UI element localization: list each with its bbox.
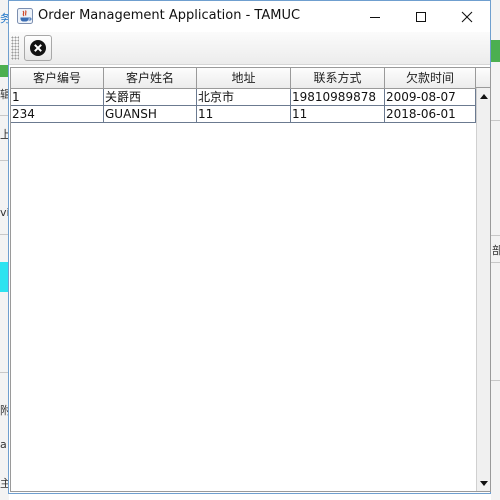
window-title: Order Management Application - TAMUC <box>38 8 301 23</box>
customer-table: 客户编号 客户姓名 地址 联系方式 欠款时间 1 关爵西 北京市 1981098… <box>10 67 491 492</box>
title-bar[interactable]: Order Management Application - TAMUC <box>9 1 490 32</box>
exit-button[interactable] <box>24 35 52 61</box>
close-window-button[interactable] <box>444 1 490 32</box>
table-row[interactable]: 1 关爵西 北京市 19810989878 2009-08-07 <box>11 89 476 106</box>
toolbar-grip[interactable] <box>11 36 19 60</box>
minimize-icon <box>370 16 380 18</box>
toolbar <box>9 32 490 65</box>
background-window-right: 部 <box>491 0 500 500</box>
arrow-up-icon <box>479 93 488 99</box>
column-header-contact[interactable]: 联系方式 <box>291 68 385 88</box>
close-circle-icon <box>30 40 46 56</box>
table-cell[interactable]: 19810989878 <box>291 89 385 105</box>
arrow-down-icon <box>479 480 488 486</box>
table-header: 客户编号 客户姓名 地址 联系方式 欠款时间 <box>11 68 476 89</box>
table-cell[interactable]: 11 <box>291 106 385 122</box>
maximize-button[interactable] <box>398 1 444 32</box>
close-icon <box>461 11 473 22</box>
table-cell[interactable]: 北京市 <box>197 89 291 105</box>
scroll-up-button[interactable] <box>477 89 490 103</box>
table-corner <box>476 68 490 88</box>
column-header-debt-time[interactable]: 欠款时间 <box>385 68 476 88</box>
java-icon <box>17 8 33 24</box>
background-green-bar <box>491 40 500 62</box>
table-cell[interactable]: 234 <box>11 106 104 122</box>
background-text: 部 <box>492 244 500 257</box>
table-cell[interactable]: 2009-08-07 <box>385 89 476 105</box>
scroll-down-button[interactable] <box>477 476 490 490</box>
table-cell[interactable]: 1 <box>11 89 104 105</box>
table-body: 1 关爵西 北京市 19810989878 2009-08-07 234 GUA… <box>11 89 476 123</box>
column-header-customer-name[interactable]: 客户姓名 <box>104 68 197 88</box>
table-cell[interactable]: 2018-06-01 <box>385 106 476 122</box>
table-row[interactable]: 234 GUANSH 11 11 2018-06-01 <box>11 106 476 123</box>
column-header-customer-id[interactable]: 客户编号 <box>11 68 104 88</box>
table-cell[interactable]: GUANSH <box>104 106 197 122</box>
table-cell[interactable]: 关爵西 <box>104 89 197 105</box>
order-management-window: Order Management Application - TAMUC 客户编… <box>8 0 491 494</box>
table-cell[interactable]: 11 <box>197 106 291 122</box>
column-header-address[interactable]: 地址 <box>197 68 291 88</box>
vertical-scrollbar[interactable] <box>476 88 490 491</box>
maximize-icon <box>416 11 426 22</box>
minimize-button[interactable] <box>352 1 398 32</box>
